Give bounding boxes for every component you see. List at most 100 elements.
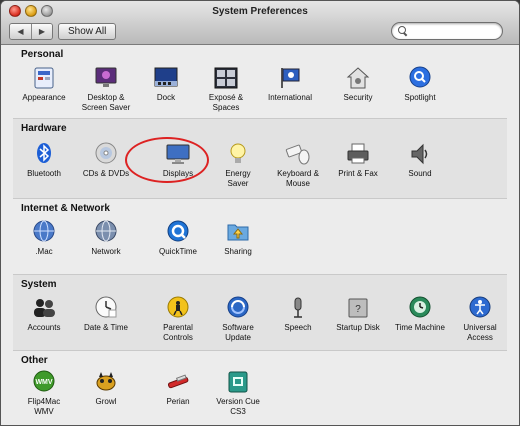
software-update-icon [227, 296, 249, 318]
pref-label: Appearance [22, 93, 66, 102]
search-icon [397, 25, 409, 37]
pref-label: Sharing [224, 247, 252, 256]
pref-sharing[interactable]: Sharing [207, 219, 269, 257]
section-title-system: System [21, 279, 57, 290]
spotlight-icon [409, 66, 431, 88]
pref-label: .Mac [35, 247, 53, 256]
pref-bluetooth[interactable]: Bluetooth [13, 141, 75, 179]
microphone-icon [294, 297, 302, 318]
pref-appearance[interactable]: Appearance [13, 65, 75, 103]
pref-label: Time Machine [395, 323, 445, 332]
pref-international[interactable]: International [259, 65, 321, 103]
pref-label: CDs & DVDs [82, 169, 130, 178]
pref-startup-disk[interactable]: ? Startup Disk [327, 295, 389, 333]
pref-label: Exposé & Spaces [208, 93, 244, 112]
section-other: Other WMV Flip4Mac WMV Growl Perian Vers… [13, 351, 507, 425]
pref-universal-access[interactable]: Universal Access [449, 295, 511, 343]
pref-desktop-screen-saver[interactable]: Desktop & Screen Saver [75, 65, 137, 113]
pref-label: Growl [95, 397, 117, 406]
pref-label: Dock [156, 93, 176, 102]
speaker-icon [411, 143, 428, 165]
pref-label: Perian [166, 397, 190, 406]
pref-label: Energy Saver [225, 169, 251, 188]
bluetooth-icon [37, 143, 51, 163]
pref-security[interactable]: Security [327, 65, 389, 103]
pref-date-time[interactable]: Date & Time [75, 295, 137, 333]
back-button[interactable]: ◀ [10, 24, 31, 39]
pref-sound[interactable]: Sound [389, 141, 451, 179]
pref-label: International [267, 93, 313, 102]
section-system: System Accounts Date & Time Parental Con… [13, 275, 507, 351]
pref-parental-controls[interactable]: Parental Controls [147, 295, 209, 343]
pref-label: Software Update [222, 323, 254, 342]
pref-speech[interactable]: Speech [267, 295, 329, 333]
svg-text:WMV: WMV [35, 379, 52, 386]
window-title: System Preferences [212, 6, 308, 17]
navigation-bar: ◀ ▶ Show All [9, 23, 117, 40]
pref-network[interactable]: Network [75, 219, 137, 257]
dock-icon [154, 67, 178, 87]
flag-icon [281, 68, 300, 88]
pref-accounts[interactable]: Accounts [13, 295, 75, 333]
clock-icon [95, 296, 117, 318]
section-title-personal: Personal [21, 49, 64, 60]
search-field[interactable] [391, 22, 503, 40]
pref-label: Startup Disk [336, 323, 380, 332]
forward-button[interactable]: ▶ [31, 24, 52, 39]
pref-time-machine[interactable]: Time Machine [389, 295, 451, 333]
pref-growl[interactable]: Growl [75, 369, 137, 407]
growl-icon [96, 372, 116, 391]
time-machine-icon [409, 296, 431, 318]
pref-keyboard-mouse[interactable]: Keyboard & Mouse [267, 141, 329, 189]
desktop-icon [95, 67, 117, 87]
pref-label: Universal Access [463, 323, 497, 342]
pref-dock[interactable]: Dock [135, 65, 197, 103]
section-title-hardware: Hardware [21, 123, 67, 134]
pref-label: Spotlight [404, 93, 436, 102]
pref-label: Keyboard & Mouse [277, 169, 319, 188]
lightbulb-icon [230, 143, 246, 163]
parental-controls-icon [167, 296, 189, 318]
network-globe-icon [95, 220, 117, 242]
section-title-internet-network: Internet & Network [21, 203, 110, 214]
section-hardware: Hardware Bluetooth CDs & DVDs Displays E… [13, 119, 507, 199]
pref-quicktime[interactable]: QuickTime [147, 219, 209, 257]
pref-label: Parental Controls [163, 323, 193, 342]
pref-flip4mac[interactable]: WMV Flip4Mac WMV [13, 369, 75, 417]
show-all-button[interactable]: Show All [58, 23, 117, 40]
hard-disk-icon: ? [348, 298, 368, 318]
pref-label: Bluetooth [27, 169, 61, 178]
disc-icon [95, 142, 117, 164]
pref-perian[interactable]: Perian [147, 369, 209, 407]
section-internet-network: Internet & Network .Mac Network QuickTim… [13, 199, 507, 275]
pref-label: Security [343, 93, 373, 102]
section-personal: Personal Appearance Desktop & Screen Sav… [13, 45, 507, 119]
pref-spotlight[interactable]: Spotlight [389, 65, 451, 103]
sharing-folder-icon [227, 224, 249, 241]
pref-energy-saver[interactable]: Energy Saver [207, 141, 269, 189]
system-preferences-window: System Preferences ◀ ▶ Show All Personal… [0, 0, 520, 426]
section-title-other: Other [21, 355, 48, 366]
pref-print-fax[interactable]: Print & Fax [327, 141, 389, 179]
keyboard-mouse-icon [285, 144, 310, 165]
printer-icon [347, 143, 369, 164]
pref-label: Sound [408, 169, 432, 178]
pref-label: Print & Fax [338, 169, 378, 178]
back-forward-control: ◀ ▶ [9, 23, 53, 40]
svg-text:?: ? [355, 304, 361, 315]
quicktime-icon [167, 220, 189, 242]
pref-expose-spaces[interactable]: Exposé & Spaces [195, 65, 257, 113]
version-cue-icon [228, 371, 248, 393]
title-bar: System Preferences ◀ ▶ Show All [1, 1, 519, 45]
house-icon [346, 67, 370, 89]
pref-software-update[interactable]: Software Update [207, 295, 269, 343]
pref-label: Flip4Mac WMV [27, 397, 61, 416]
pref-label: Speech [284, 323, 312, 332]
pref-label: Desktop & Screen Saver [81, 93, 131, 112]
pref-version-cue-cs3[interactable]: Version Cue CS3 [207, 369, 269, 417]
pref-dot-mac[interactable]: .Mac [13, 219, 75, 257]
pref-label: Date & Time [83, 323, 128, 332]
globe-icon [33, 220, 55, 242]
pref-label: Network [91, 247, 121, 256]
accounts-icon [34, 299, 55, 317]
